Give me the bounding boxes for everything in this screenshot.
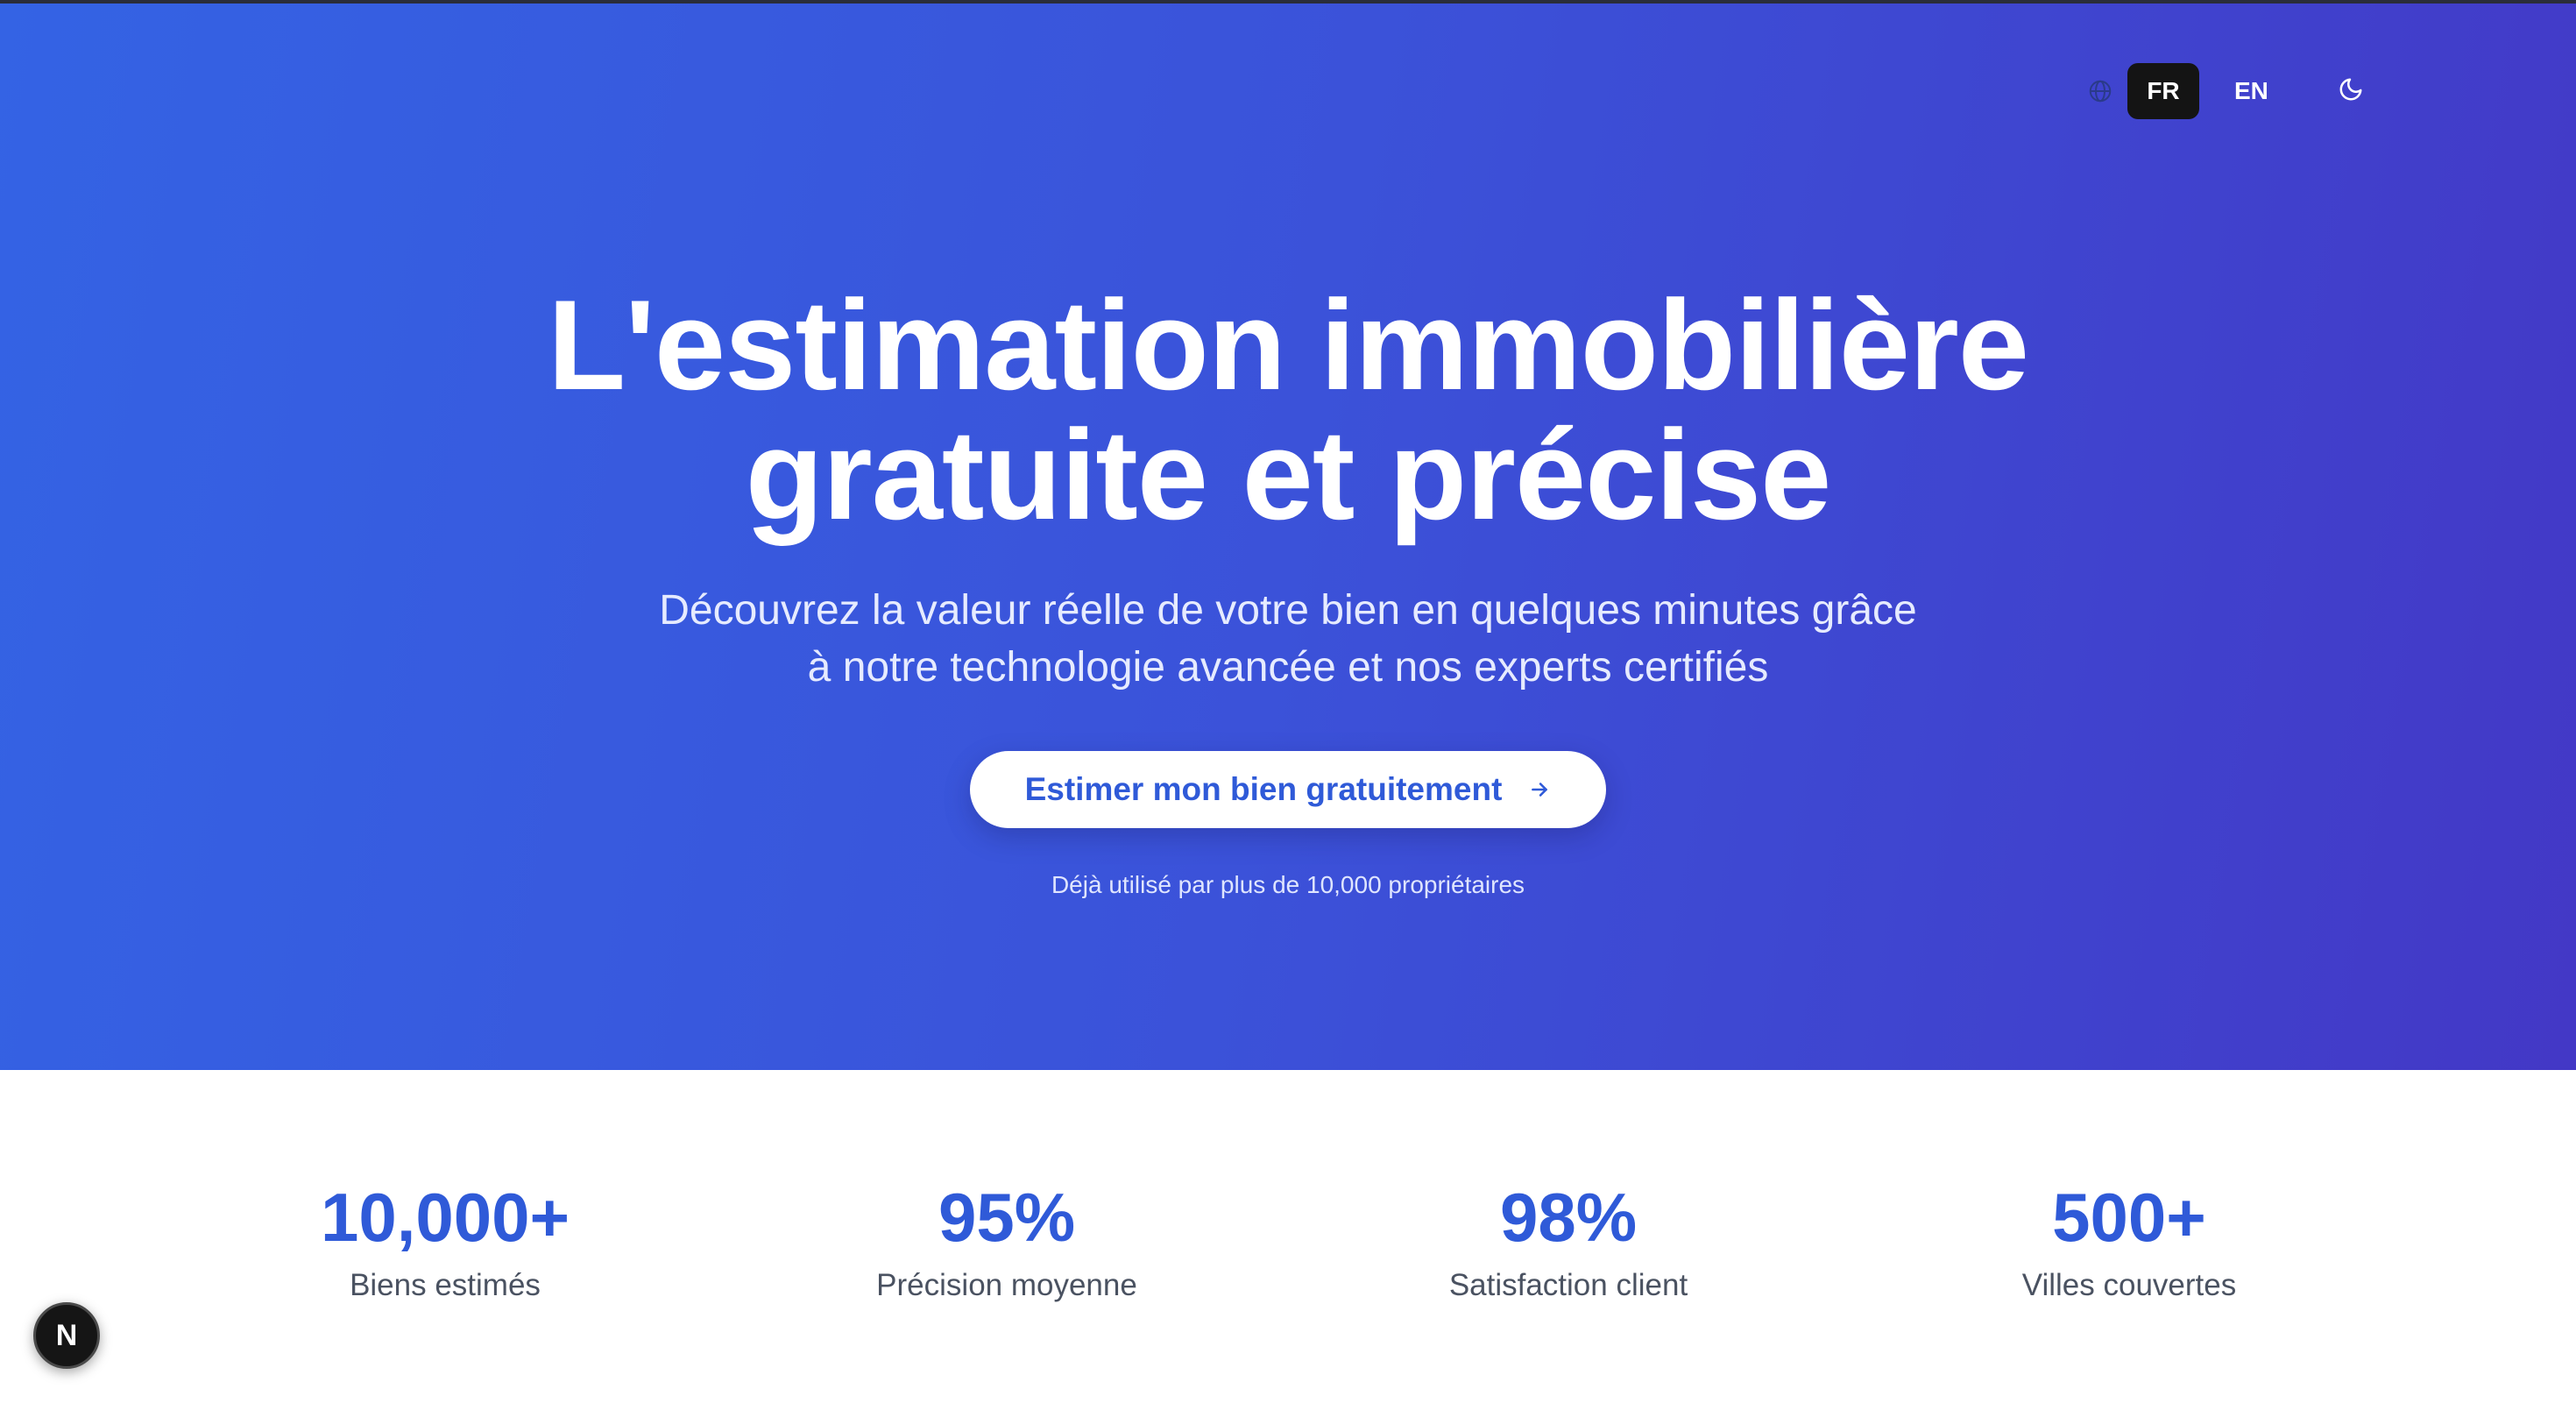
language-switcher: FR EN — [2085, 63, 2379, 119]
stat-label: Précision moyenne — [876, 1268, 1137, 1302]
lang-button-fr[interactable]: FR — [2127, 63, 2199, 119]
stat-item: 98% Satisfaction client — [1288, 1175, 1849, 1303]
stat-label: Biens estimés — [350, 1268, 541, 1302]
nextjs-dev-badge[interactable]: N — [33, 1302, 100, 1369]
theme-toggle-button[interactable] — [2323, 63, 2379, 119]
social-proof-text: Déjà utilisé par plus de 10,000 propriét… — [1051, 871, 1525, 898]
stats-section: 10,000+ Biens estimés 95% Précision moye… — [0, 1070, 2576, 1403]
hero-subtitle-line2: à notre technologie avancée et nos exper… — [807, 644, 1769, 691]
stat-label: Villes couvertes — [2021, 1268, 2237, 1302]
hero-subtitle: Découvrez la valeur réelle de votre bien… — [0, 582, 2576, 696]
cta-label: Estimer mon bien gratuitement — [1024, 771, 1503, 807]
moon-icon — [2338, 76, 2364, 107]
stat-item: 10,000+ Biens estimés — [165, 1175, 725, 1303]
hero-title-line2: gratuite et précise — [745, 403, 1832, 546]
stat-value: 98% — [1499, 1179, 1638, 1256]
hero-section: FR EN L'estimation immobilière gratuite … — [0, 4, 2576, 1070]
stat-item: 95% Précision moyenne — [726, 1175, 1287, 1303]
globe-icon — [2085, 76, 2115, 106]
stat-item: 500+ Villes couvertes — [1849, 1175, 2410, 1303]
hero-title: L'estimation immobilière gratuite et pré… — [0, 280, 2576, 540]
arrow-right-icon — [1528, 778, 1551, 801]
stat-value: 500+ — [2052, 1179, 2206, 1256]
stat-value: 10,000+ — [320, 1179, 570, 1256]
hero-title-line1: L'estimation immobilière — [547, 273, 2029, 416]
estimate-cta-button[interactable]: Estimer mon bien gratuitement — [970, 751, 1606, 828]
stat-value: 95% — [938, 1179, 1076, 1256]
lang-button-en[interactable]: EN — [2215, 63, 2288, 119]
hero-subtitle-line1: Découvrez la valeur réelle de votre bien… — [659, 587, 1917, 634]
stat-label: Satisfaction client — [1448, 1268, 1688, 1302]
nextjs-logo-icon: N — [55, 1318, 78, 1352]
